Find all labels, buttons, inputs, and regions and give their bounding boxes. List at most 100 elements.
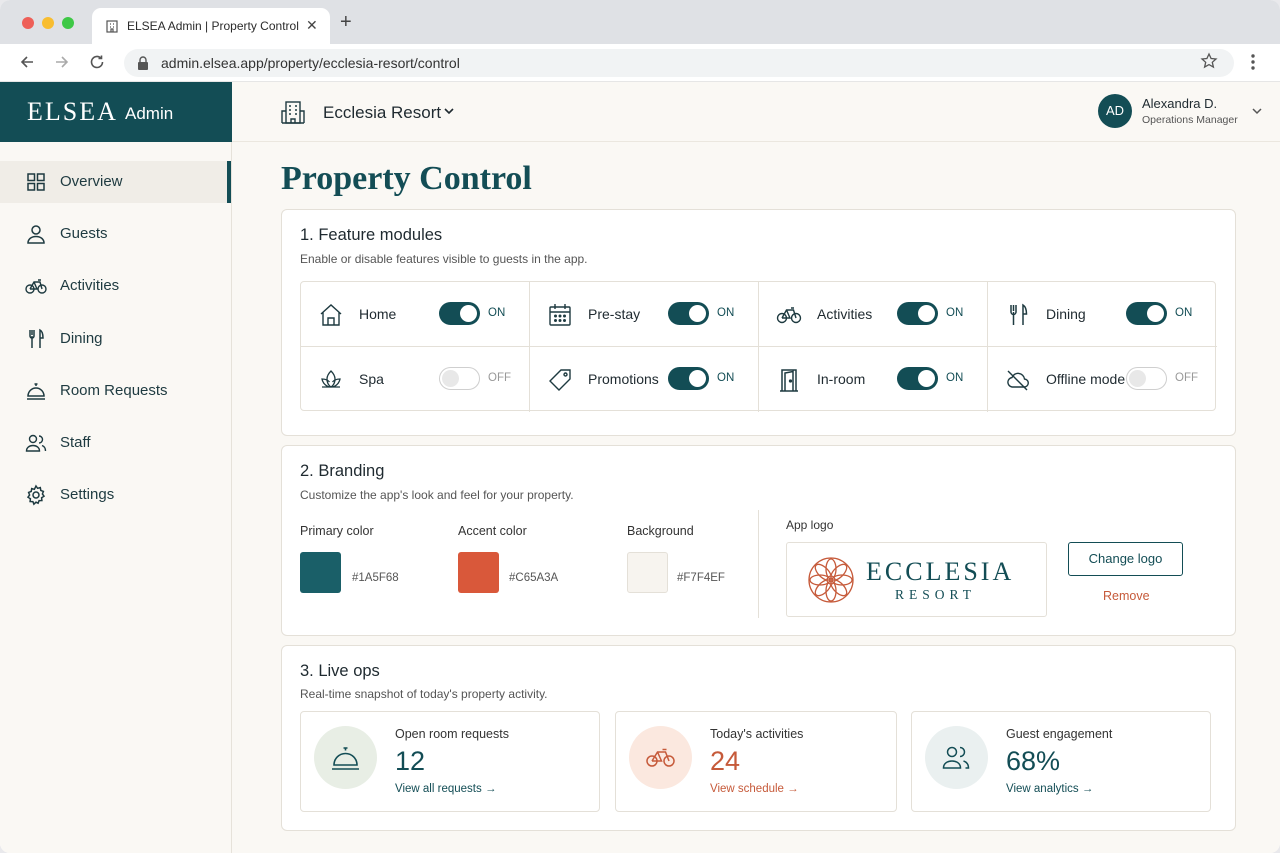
minimize-window-button[interactable] [42,17,54,29]
sidebar-item-settings[interactable]: Settings [0,474,231,516]
page-title: Property Control [281,160,532,197]
gear-icon [26,484,46,506]
feature-in-room: In-room ON [759,347,988,412]
sidebar-item-activities[interactable]: Activities [0,265,231,307]
grid-icon [27,173,45,191]
divider [758,510,759,618]
toggle-state: OFF [1175,372,1198,384]
feature-label: Promotions [588,371,659,387]
forward-arrow-icon[interactable] [53,53,71,71]
new-tab-button[interactable]: + [340,12,352,32]
brand-name: ELSEA [27,97,118,126]
cloche-icon [27,383,45,400]
browser-menu-icon[interactable] [1245,52,1261,72]
cloche-icon [332,747,359,770]
top-bar: Ecclesia Resort AD Alexandra D. Operatio… [232,82,1280,142]
accent-color-hex[interactable]: #C65A3A [509,572,558,584]
dining-toggle[interactable] [1126,302,1167,325]
sidebar-item-label: Room Requests [60,382,168,399]
address-bar: admin.elsea.app/property/ecclesia-resort… [0,44,1280,82]
fork-knife-icon [29,328,44,348]
section-subtitle: Customize the app's look and feel for yo… [300,488,574,502]
accent-color-swatch[interactable] [458,552,499,593]
accent-color-label: Accent color [458,524,527,538]
app: ELSEA Admin Overview Guests Activities D… [0,82,1280,853]
tab-title: ELSEA Admin | Property Control [127,19,299,33]
browser-window: ELSEA Admin | Property Control ✕ + admin… [0,0,1280,853]
user-role: Operations Manager [1142,114,1238,126]
bicycle-icon [25,279,47,294]
feature-label: Pre-stay [588,306,641,322]
stat-value: 68% [1006,746,1061,776]
sidebar-item-overview[interactable]: Overview [0,161,231,203]
home-toggle[interactable] [439,302,480,325]
reload-icon[interactable] [88,53,106,71]
property-selector[interactable]: Ecclesia Resort [323,103,441,123]
feature-home: Home ON [301,282,530,347]
lotus-icon [321,370,341,388]
building-icon [106,20,118,33]
stat-icon-bg [629,726,692,789]
link-label: View analytics [1006,783,1079,795]
arrow-right-icon: → [1081,783,1094,795]
people-icon [25,434,47,452]
sidebar-item-label: Settings [60,486,115,503]
browser-tab[interactable]: ELSEA Admin | Property Control ✕ [92,8,330,44]
bookmark-star-icon[interactable] [1200,52,1218,70]
pre-stay-toggle[interactable] [668,302,709,325]
door-icon [780,369,798,392]
stat-label: Open room requests [395,727,509,741]
spa-toggle[interactable] [439,367,480,390]
sidebar-item-room-requests[interactable]: Room Requests [0,370,231,412]
brand-suffix: Admin [125,104,174,123]
feature-label: Home [359,306,397,322]
chevron-down-icon[interactable] [442,104,456,118]
sidebar-item-label: Guests [60,225,108,242]
feature-label: Dining [1046,306,1086,322]
lock-icon [138,56,148,70]
sidebar-item-guests[interactable]: Guests [0,213,231,255]
background-color-label: Background [627,524,694,538]
background-color-hex[interactable]: #F7F4EF [677,572,725,584]
primary-color-swatch[interactable] [300,552,341,593]
building-icon [281,101,305,124]
user-name[interactable]: Alexandra D. [1142,96,1217,111]
feature-promotions: Promotions ON [530,347,759,412]
feature-grid: Home ON Pre-stay ON Activities ON Dining… [300,281,1217,412]
stat-todays-activities: Today's activities 24 View schedule → [615,711,897,812]
view-analytics-link[interactable]: View analytics → [1006,783,1093,795]
arrow-right-icon: → [787,783,799,795]
view-schedule-link[interactable]: View schedule → [710,783,799,795]
calendar-icon [549,304,571,326]
url-field[interactable]: admin.elsea.app/property/ecclesia-resort… [124,49,1234,77]
background-color-swatch[interactable] [627,552,668,593]
bicycle-icon [776,307,802,324]
change-logo-button[interactable]: Change logo [1068,542,1183,576]
chevron-down-icon[interactable] [1251,105,1263,117]
stat-label: Guest engagement [1006,727,1113,741]
activities-toggle[interactable] [897,302,938,325]
sidebar-item-dining[interactable]: Dining [0,318,231,360]
close-tab-icon[interactable]: ✕ [306,17,318,34]
avatar[interactable]: AD [1098,94,1132,128]
primary-color-hex[interactable]: #1A5F68 [352,572,399,584]
cloud-off-icon [1007,370,1029,391]
section-subtitle: Real-time snapshot of today's property a… [300,687,548,701]
view-all-requests-link[interactable]: View all requests → [395,783,496,795]
sidebar-item-staff[interactable]: Staff [0,422,231,464]
maximize-window-button[interactable] [62,17,74,29]
in-room-toggle[interactable] [897,367,938,390]
offline-mode-toggle[interactable] [1126,367,1167,390]
flower-logo-icon [808,557,854,603]
sidebar: Overview Guests Activities Dining Room R… [0,142,232,853]
promotions-toggle[interactable] [668,367,709,390]
sidebar-item-label: Overview [60,173,123,190]
back-arrow-icon[interactable] [18,53,36,71]
close-window-button[interactable] [22,17,34,29]
remove-logo-button[interactable]: Remove [1103,589,1150,603]
arrow-right-icon: → [484,783,497,795]
feature-offline-mode: Offline mode OFF [988,347,1217,412]
brand-logo[interactable]: ELSEA Admin [0,82,232,142]
stat-open-room-requests: Open room requests 12 View all requests … [300,711,600,812]
feature-label: Spa [359,371,384,387]
